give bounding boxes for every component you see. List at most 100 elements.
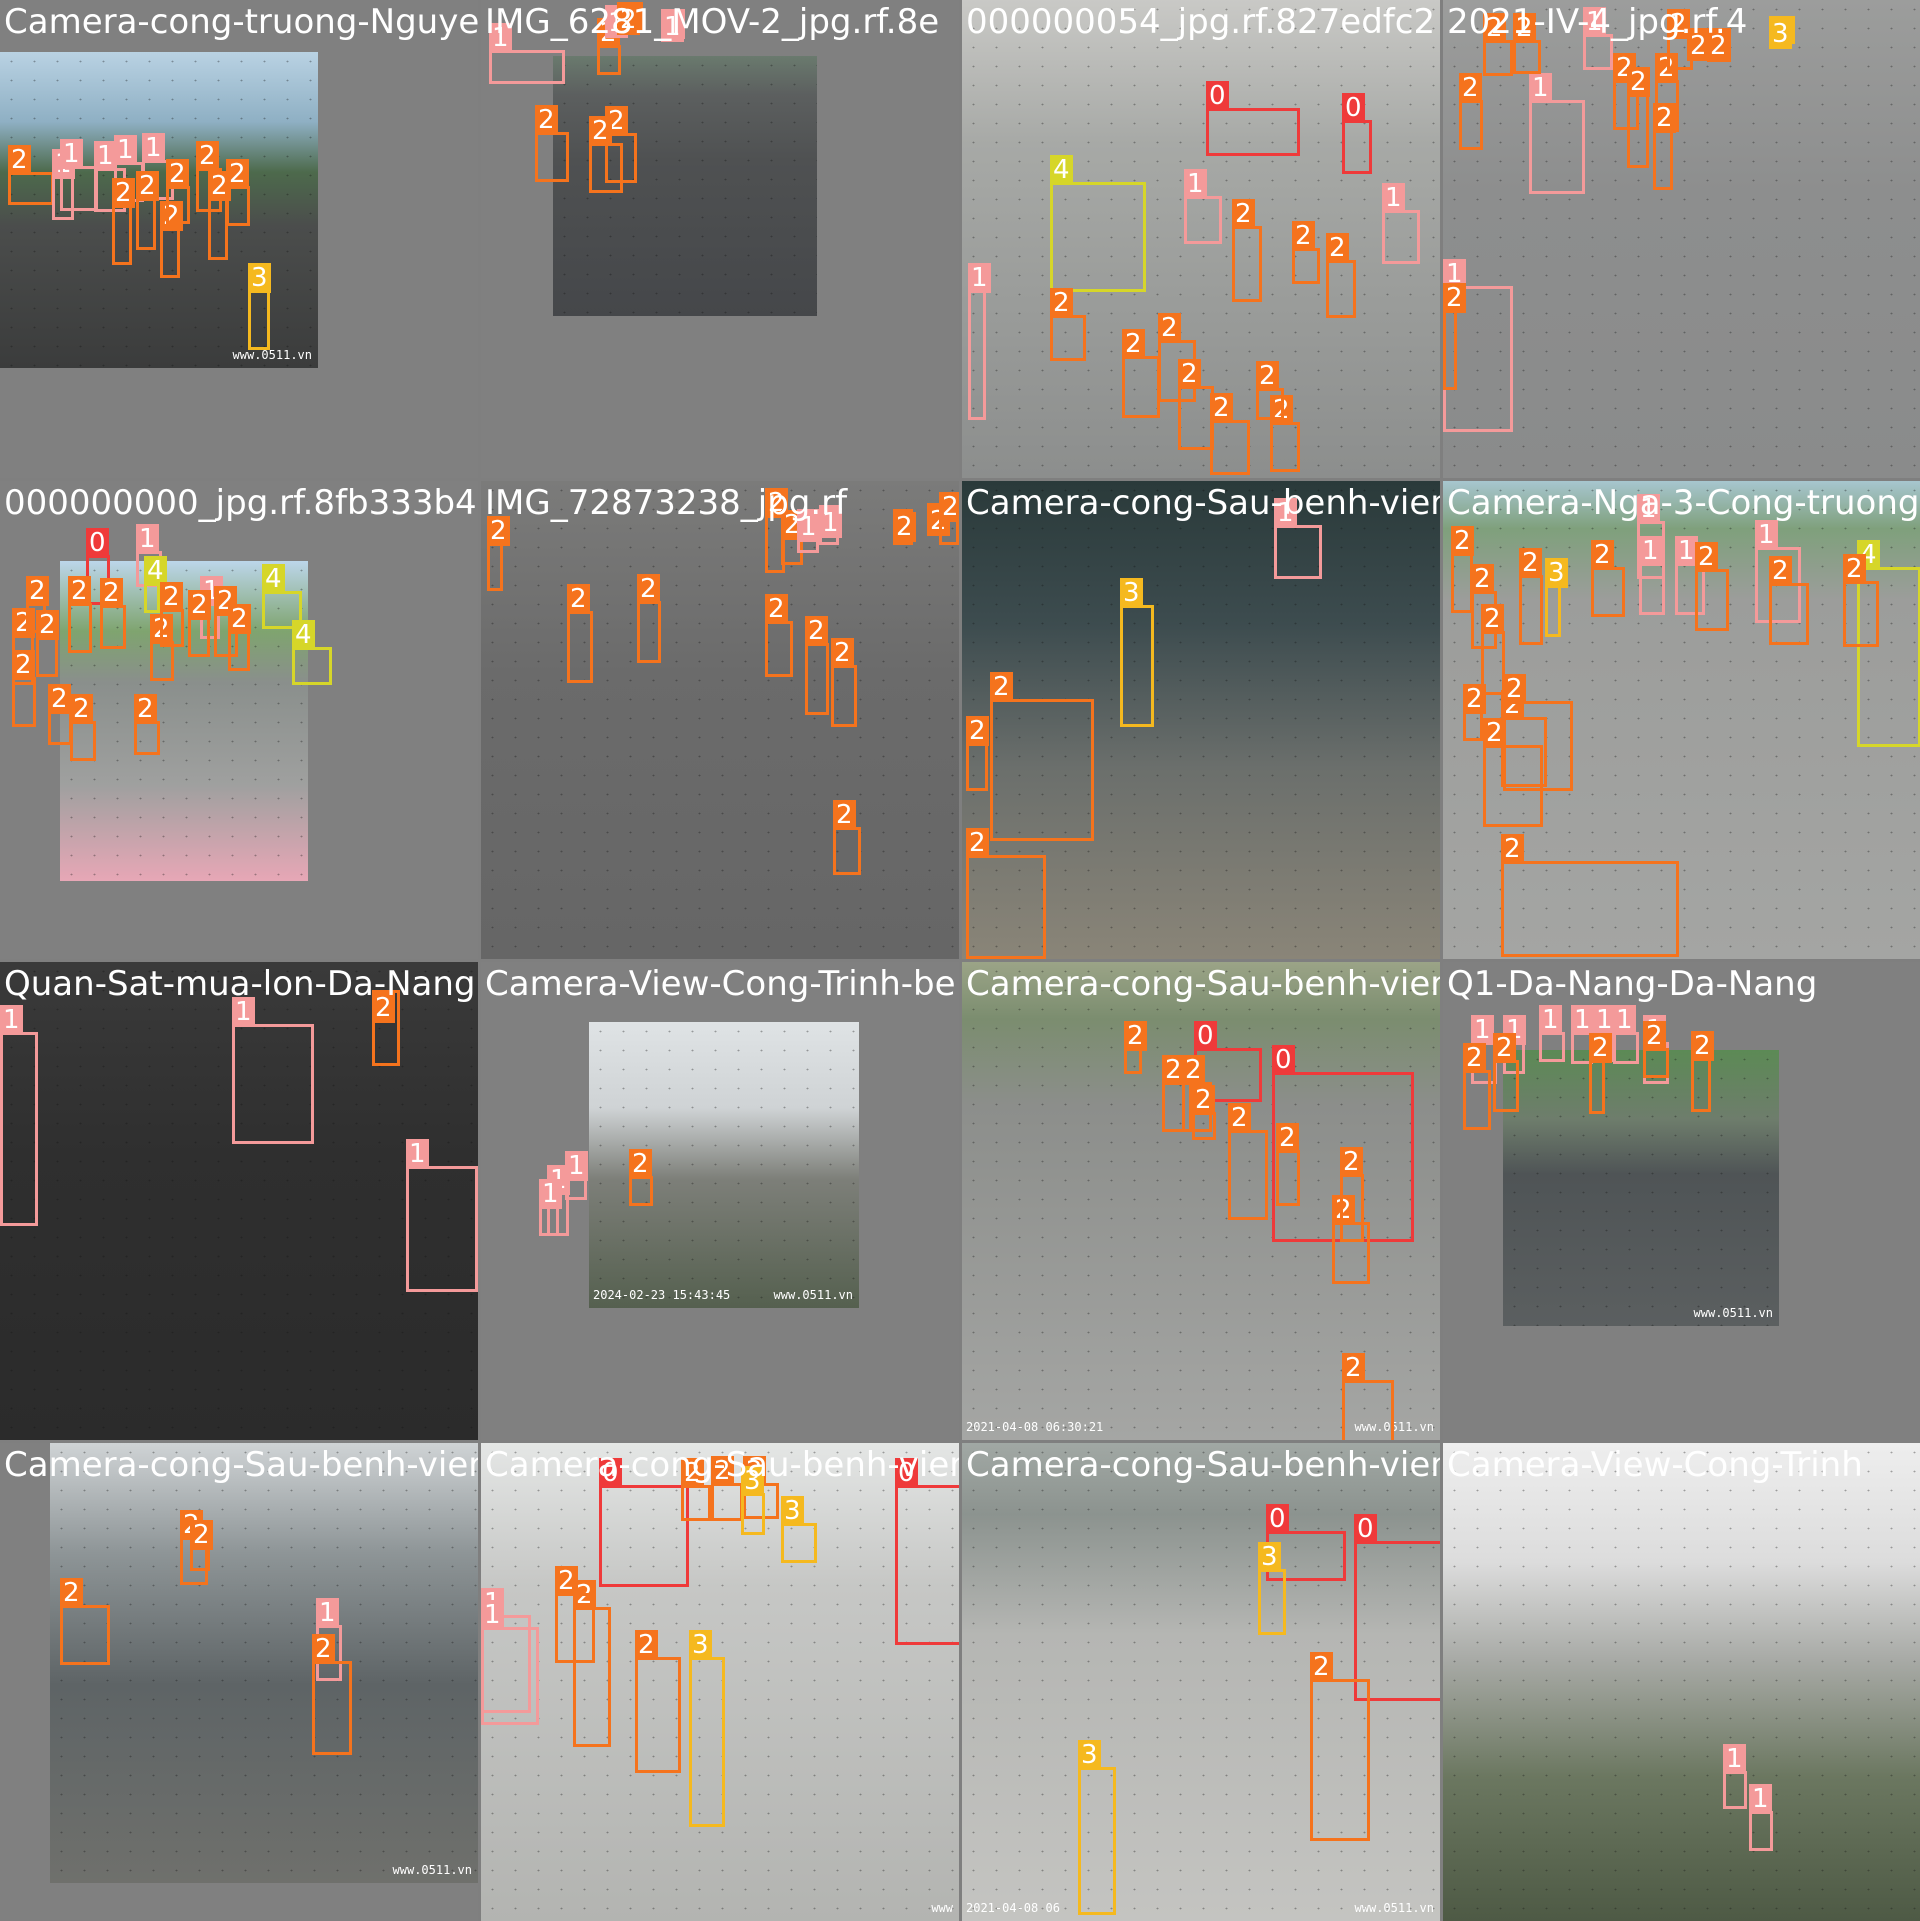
detection-box-class-2: 2 <box>1655 53 1679 132</box>
class-label: 2 <box>1501 834 1524 864</box>
detection-box-class-2: 2 <box>1519 548 1543 645</box>
class-label: 2 <box>1493 1033 1516 1063</box>
class-label: 2 <box>1463 684 1486 714</box>
class-label: 2 <box>831 638 854 668</box>
detection-box-class-2: 2 <box>208 171 231 260</box>
detection-box-class-3: 3 <box>741 1466 765 1535</box>
detection-box-class-2: 2 <box>535 105 569 182</box>
detection-box-class-1: 1 <box>1613 1005 1639 1064</box>
detection-box-class-2: 2 <box>1513 13 1541 74</box>
class-label: 1 <box>819 508 842 538</box>
detection-box-class-2: 2 <box>1210 393 1250 475</box>
detection-box-class-1: 1 <box>406 1139 478 1292</box>
image-tile: 2021-04-08 06 www.0511.vn 0 0 3 2 3 Camera-cong… <box>962 1443 1440 1921</box>
class-label: 2 <box>136 171 159 201</box>
class-label: 1 <box>565 1151 588 1181</box>
detection-box-class-1: 1 <box>0 1005 38 1226</box>
detection-box-class-2: 2 <box>1591 540 1625 617</box>
detection-box-class-3: 3 <box>1078 1740 1116 1915</box>
timestamp-overlay: www.0511.vn <box>773 1288 853 1302</box>
class-label: 2 <box>1182 1055 1205 1085</box>
detection-box-class-2: 2 <box>1122 329 1160 418</box>
detection-box-class-2: 2 <box>160 582 184 647</box>
tile-filename: Q1-Da-Nang-Da-Nang <box>1447 964 1818 1004</box>
detection-box-class-2: 2 <box>589 116 623 193</box>
detection-box-class-2: 2 <box>1124 1021 1147 1074</box>
detection-box-class-0: 0 <box>1354 1514 1440 1701</box>
class-label: 2 <box>1326 233 1349 263</box>
class-label: 2 <box>1158 313 1181 343</box>
class-label: 2 <box>681 1458 704 1488</box>
class-label: 1 <box>1529 73 1552 103</box>
detection-box-class-2: 2 <box>68 576 92 653</box>
class-label: 2 <box>1210 393 1233 423</box>
detection-box-class-2: 2 <box>555 1566 595 1663</box>
image-tile: 2024-02-23 15:43:45www.0511.vn1211Camera… <box>481 962 959 1440</box>
detection-box-class-2: 2 <box>228 604 251 671</box>
detection-box-class-2: 2 <box>160 201 183 278</box>
class-label: 2 <box>1232 199 1255 229</box>
class-label: 2 <box>990 672 1013 702</box>
class-label: 1 <box>489 23 512 53</box>
class-label: 2 <box>1769 556 1792 586</box>
detection-box-class-2: 2 <box>188 590 211 657</box>
detection-box-class-1: 1 <box>1382 183 1420 264</box>
class-label: 2 <box>1643 1021 1666 1051</box>
detection-box-class-2: 2 <box>831 638 857 727</box>
detection-box-class-1: 1 <box>565 1151 588 1200</box>
class-label: 2 <box>939 492 959 522</box>
detection-box-class-0: 0 <box>1206 81 1300 156</box>
detection-box-class-2: 2 <box>1493 1033 1519 1112</box>
class-label: 1 <box>1471 1015 1494 1045</box>
class-label: 2 <box>166 159 189 189</box>
class-label: 2 <box>1124 1021 1147 1051</box>
class-label: 2 <box>26 576 49 606</box>
class-label: 3 <box>1545 558 1568 588</box>
class-label: 4 <box>262 564 285 594</box>
detection-box-class-3: 3 <box>1120 578 1154 727</box>
class-label: 2 <box>711 1456 734 1486</box>
detection-box-class-0: 0 <box>1342 93 1372 174</box>
class-label: 2 <box>228 604 251 634</box>
detection-box-class-2: 2 <box>1483 13 1513 76</box>
detection-box-class-2: 2 <box>1326 233 1356 318</box>
detection-box-class-2: 2 <box>1843 554 1879 647</box>
image-tile: 0 0 4 1 1 1 2 2 2 2 2 2 2 2 2 2 000000054_jpg.rf.827edfc… <box>962 0 1440 478</box>
detection-box-class-2: 2 <box>1050 288 1086 361</box>
class-label: 2 <box>1443 283 1466 313</box>
tile-filename: 000000000_jpg.rf.8fb333b41 <box>4 483 478 523</box>
class-label: 1 <box>1755 520 1778 550</box>
class-label: 2 <box>1342 1353 1365 1383</box>
detection-box-class-2: 2 <box>112 178 135 265</box>
image-tile: 1 1 1 2 2 2 2 2 2 2 2 2 2 3 2 2021-IV-4_jpg.rf.4 <box>1443 0 1920 478</box>
detection-box-class-3: 3 <box>1545 558 1568 637</box>
detection-box-class-2: 2 <box>1342 1353 1394 1440</box>
class-label: 2 <box>1256 361 1279 391</box>
class-label: 0 <box>1354 1514 1377 1544</box>
detection-box-class-1: 1 <box>1639 536 1665 615</box>
class-label: 3 <box>248 263 271 293</box>
class-label: 2 <box>1513 13 1536 43</box>
detection-box-class-2: 2 <box>1643 1021 1669 1078</box>
mosaic-grid: www.0511.vn21111122222223Camera-cong-tru… <box>0 0 1920 1921</box>
detection-box-class-3: 3 <box>1769 16 1795 49</box>
class-label: 1 <box>1583 7 1606 37</box>
detection-box-class-2: 2 <box>765 594 793 677</box>
class-label: 1 <box>1539 1005 1562 1035</box>
class-label: 2 <box>190 1520 213 1550</box>
detection-box-class-2: 2 <box>833 800 861 875</box>
timestamp-overlay: www.0511.vn <box>232 348 312 362</box>
class-label: 2 <box>70 694 93 724</box>
detection-box-class-2: 2 <box>939 492 959 545</box>
camera-frame: www.0511.vn <box>1503 1050 1779 1326</box>
image-tile: 0 1 4 4 4 1 2 2 2 2 2 2 2 2 2 2 2 2 2 2 000000000_jpg.rf.8fb… <box>0 481 478 959</box>
detection-box-class-2: 2 <box>1256 361 1284 420</box>
class-label: 2 <box>1695 542 1718 572</box>
detection-box-class-1: 1 <box>60 139 98 211</box>
class-label: 1 <box>661 12 684 42</box>
detection-box-class-2: 2 <box>1769 556 1809 645</box>
class-label: 2 <box>1340 1147 1363 1177</box>
class-label: 3 <box>689 1630 712 1660</box>
detection-box-class-2: 2 <box>1503 674 1573 791</box>
class-label: 1 <box>797 512 820 542</box>
